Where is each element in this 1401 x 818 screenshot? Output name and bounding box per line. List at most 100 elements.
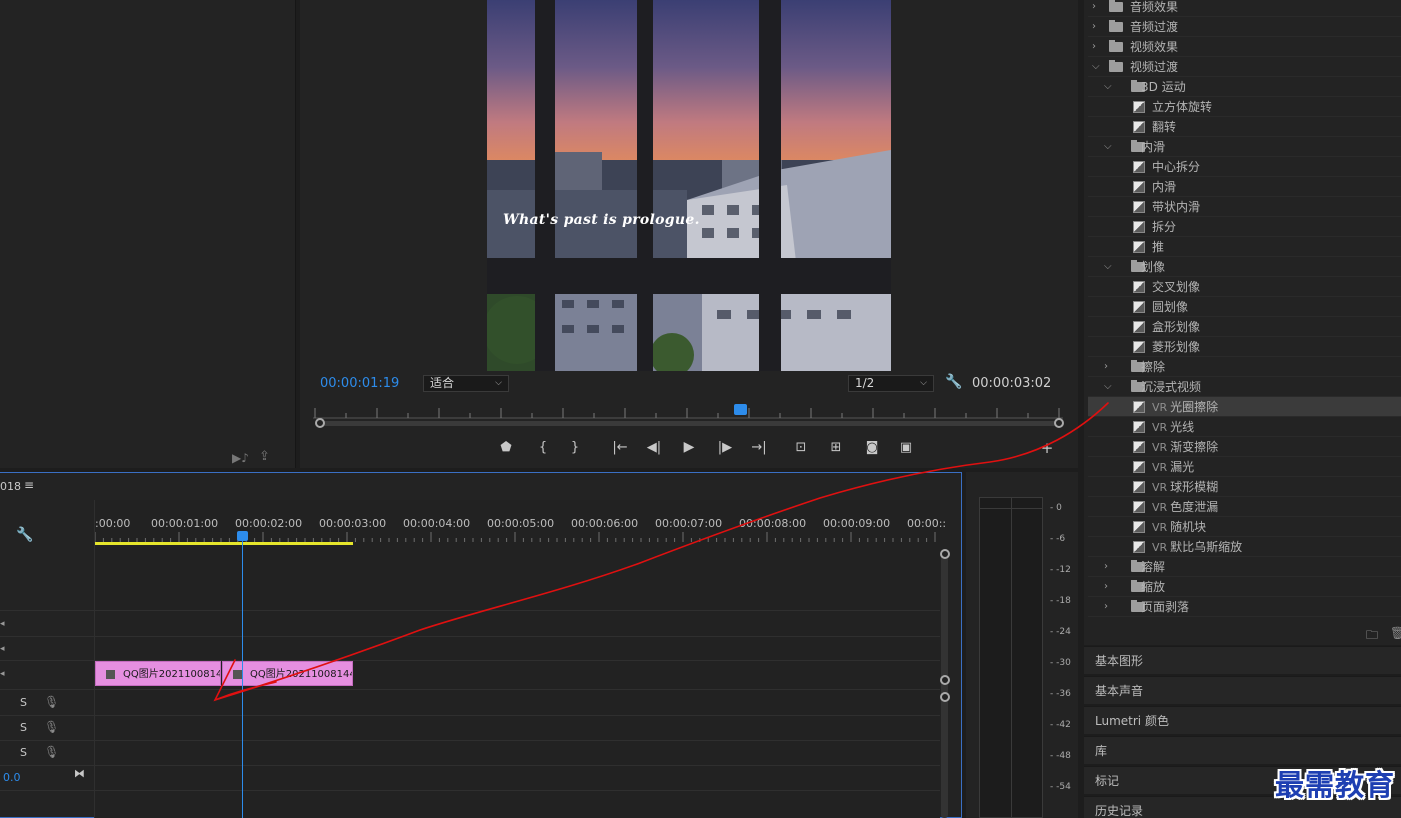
effect-item-row[interactable]: 立方体旋转: [1088, 97, 1401, 117]
effect-item-row[interactable]: 交叉划像: [1088, 277, 1401, 297]
play-icon[interactable]: ▶: [680, 439, 698, 455]
effects-folder-row[interactable]: › 溶解: [1088, 557, 1401, 577]
add-marker-icon[interactable]: ⬟: [497, 440, 515, 455]
chevron-down-icon[interactable]: ⌵: [1104, 77, 1112, 97]
effects-folder-row[interactable]: ⌵ 沉浸式视频: [1088, 377, 1401, 397]
effect-item-row[interactable]: 拆分: [1088, 217, 1401, 237]
solo-track-button[interactable]: S: [20, 696, 27, 709]
solo-track-button[interactable]: S: [20, 746, 27, 759]
scrollbar-handle[interactable]: [940, 675, 950, 685]
effect-item-row[interactable]: VR 光线: [1088, 417, 1401, 437]
panel-libraries[interactable]: 库: [1084, 736, 1401, 764]
scrollbar-handle[interactable]: [940, 692, 950, 702]
comparison-view-icon[interactable]: ▣: [897, 440, 915, 455]
effects-folder-row[interactable]: › 缩放: [1088, 577, 1401, 597]
track-target-icon[interactable]: ◂: [0, 669, 5, 679]
chevron-right-icon[interactable]: ›: [1092, 17, 1096, 37]
video-clip[interactable]: QQ图片20211008144: [95, 661, 221, 686]
export-frame-icon[interactable]: ⇪: [259, 449, 270, 464]
step-forward-icon[interactable]: |▶: [716, 440, 734, 455]
chevron-down-icon[interactable]: ⌵: [1104, 257, 1112, 277]
program-current-timecode[interactable]: 00:00:01:19: [320, 376, 399, 391]
effect-item-row[interactable]: 菱形划像: [1088, 337, 1401, 357]
chevron-right-icon[interactable]: ›: [1104, 597, 1108, 617]
effects-folder-row[interactable]: ⌵ 划像: [1088, 257, 1401, 277]
mark-out-icon[interactable]: }: [566, 440, 584, 455]
zoom-level-select[interactable]: 适合 ⌵: [423, 375, 509, 392]
effect-item-row[interactable]: 翻转: [1088, 117, 1401, 137]
chevron-down-icon[interactable]: ⌵: [1104, 377, 1112, 397]
program-playhead[interactable]: [734, 404, 747, 415]
chevron-right-icon[interactable]: ›: [1104, 577, 1108, 597]
effects-folder-row[interactable]: ⌵ 内滑: [1088, 137, 1401, 157]
scrollbar-right-handle[interactable]: [1054, 418, 1064, 428]
effect-item-row[interactable]: VR 色度泄漏: [1088, 497, 1401, 517]
microphone-icon[interactable]: 🎙: [44, 720, 59, 734]
effect-item-row[interactable]: 内滑: [1088, 177, 1401, 197]
scrollbar-left-handle[interactable]: [315, 418, 325, 428]
step-back-icon[interactable]: ◀|: [645, 440, 663, 455]
scrollbar-handle[interactable]: [940, 549, 950, 559]
chevron-down-icon[interactable]: ⌵: [1092, 57, 1100, 77]
effect-label: 缩放: [1141, 580, 1166, 594]
solo-track-button[interactable]: S: [20, 721, 27, 734]
effect-item-row[interactable]: 推: [1088, 237, 1401, 257]
work-area-bar[interactable]: [95, 542, 353, 545]
timeline-ruler-ticks[interactable]: [95, 530, 941, 542]
delete-trash-icon[interactable]: 🗑: [1390, 626, 1401, 640]
program-time-ruler[interactable]: [313, 405, 1063, 419]
effects-folder-row[interactable]: › 视频效果: [1088, 37, 1401, 57]
lift-icon[interactable]: ⊡: [792, 440, 810, 455]
go-to-out-icon[interactable]: →|: [750, 440, 768, 455]
go-to-end-icon[interactable]: ⧓: [74, 767, 85, 780]
timeline-playhead[interactable]: [237, 531, 248, 541]
program-zoom-scrollbar[interactable]: [320, 421, 1058, 426]
effect-item-row[interactable]: 带状内滑: [1088, 197, 1401, 217]
panel-essential-sound[interactable]: 基本声音: [1084, 676, 1401, 704]
panel-lumetri-color[interactable]: Lumetri 颜色: [1084, 706, 1401, 734]
effect-item-row[interactable]: 圆划像: [1088, 297, 1401, 317]
effect-item-row[interactable]: VR 光圈擦除: [1088, 397, 1401, 417]
effect-item-row[interactable]: 中心拆分: [1088, 157, 1401, 177]
chevron-right-icon[interactable]: ›: [1104, 557, 1108, 577]
effects-folder-row[interactable]: ⌵ 3D 运动: [1088, 77, 1401, 97]
playback-resolution-select[interactable]: 1/2 ⌵: [848, 375, 934, 392]
add-button-icon[interactable]: +: [1038, 439, 1056, 457]
transition-effect-icon: [1133, 421, 1145, 433]
chevron-right-icon[interactable]: ›: [1104, 357, 1108, 377]
effect-item-row[interactable]: VR 渐变擦除: [1088, 437, 1401, 457]
microphone-icon[interactable]: 🎙: [44, 695, 59, 709]
effects-folder-row[interactable]: ⌵ 视频过渡: [1088, 57, 1401, 77]
panel-menu-icon[interactable]: ≡: [24, 478, 34, 492]
chevron-right-icon[interactable]: ›: [1092, 37, 1096, 57]
effect-item-row[interactable]: VR 漏光: [1088, 457, 1401, 477]
effect-label: 溶解: [1141, 560, 1166, 574]
effect-item-row[interactable]: VR 球形模糊: [1088, 477, 1401, 497]
timeline-vertical-scrollbar[interactable]: [941, 552, 948, 818]
sequence-tab-label[interactable]: 018: [0, 480, 21, 493]
timeline-ruler-labels[interactable]: :00:00 00:00:01:00 00:00:02:00 00:00:03:00 0…: [0, 517, 962, 531]
go-to-in-icon[interactable]: |←: [611, 440, 629, 455]
effects-folder-row[interactable]: › 音频过渡: [1088, 17, 1401, 37]
effect-item-row[interactable]: VR 随机块: [1088, 517, 1401, 537]
effect-item-row[interactable]: VR 默比乌斯缩放: [1088, 537, 1401, 557]
insert-audio-icon[interactable]: ▶♪: [232, 451, 249, 465]
wrench-settings-icon[interactable]: 🔧: [945, 374, 962, 390]
effects-folder-row[interactable]: › 擦除: [1088, 357, 1401, 377]
panel-essential-graphics[interactable]: 基本图形: [1084, 646, 1401, 674]
effect-label: VR 球形模糊: [1152, 480, 1219, 494]
master-volume-value[interactable]: 0.0: [3, 771, 21, 784]
effects-folder-row[interactable]: › 音频效果: [1088, 0, 1401, 17]
effect-item-row[interactable]: 盒形划像: [1088, 317, 1401, 337]
chevron-down-icon[interactable]: ⌵: [1104, 137, 1112, 157]
extract-icon[interactable]: ⊞: [827, 440, 845, 455]
mark-in-icon[interactable]: {: [534, 440, 552, 455]
chevron-right-icon[interactable]: ›: [1092, 0, 1096, 17]
new-bin-folder-icon[interactable]: 🗀: [1366, 626, 1378, 647]
effects-folder-row[interactable]: › 页面剥落: [1088, 597, 1401, 617]
export-frame-camera-icon[interactable]: ◙: [863, 440, 881, 455]
microphone-icon[interactable]: 🎙: [44, 745, 59, 759]
track-target-icon[interactable]: ◂: [0, 644, 5, 654]
timeline-tracks-area[interactable]: [94, 500, 940, 818]
track-target-icon[interactable]: ◂: [0, 619, 5, 629]
